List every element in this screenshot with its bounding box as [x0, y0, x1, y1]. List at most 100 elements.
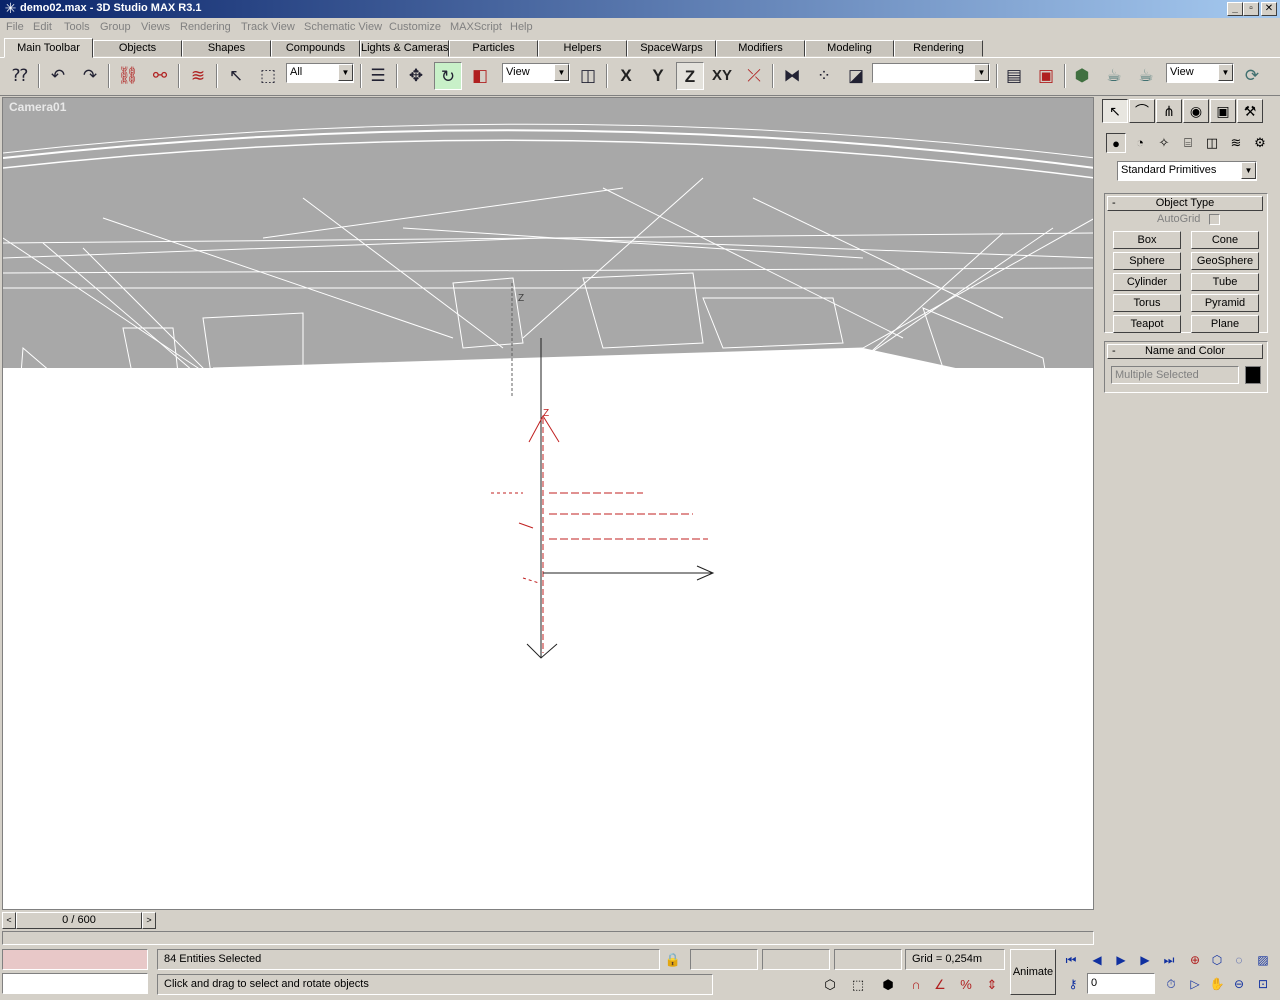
mirror-icon[interactable]: ⧓ [778, 62, 806, 90]
time-next-button[interactable]: > [142, 912, 156, 929]
tab-modifiers[interactable]: Modifiers [716, 40, 805, 57]
zoom-extents-icon[interactable]: ◌ [1228, 949, 1250, 971]
viewport-label[interactable]: Camera01 [9, 100, 66, 114]
zoom-extents-all-icon[interactable]: ▨ [1252, 949, 1274, 971]
zoom-icon[interactable]: ⊕ [1184, 949, 1206, 971]
tab-helpers[interactable]: Helpers [538, 40, 627, 57]
menu-schematic-view[interactable]: Schematic View [304, 21, 382, 33]
material-editor-icon[interactable]: ⬢ [1068, 62, 1096, 90]
axis-z-button[interactable]: Z [676, 62, 704, 90]
maxscript-input[interactable] [2, 973, 148, 994]
redo-icon[interactable]: ↷ [76, 62, 104, 90]
next-frame-icon[interactable]: ▶ [1134, 949, 1156, 971]
tab-lights-cameras[interactable]: Lights & Cameras [360, 40, 449, 57]
align-icon[interactable]: ◪ [842, 62, 870, 90]
select-and-rotate-icon[interactable]: ↻ [434, 62, 462, 90]
app-icon[interactable]: ✳ [3, 1, 18, 16]
plane-button[interactable]: Plane [1191, 315, 1259, 333]
sphere-button[interactable]: Sphere [1113, 252, 1181, 270]
cone-button[interactable]: Cone [1191, 231, 1259, 249]
snap-toggle-icon[interactable]: ⬢ [878, 975, 898, 995]
menu-rendering[interactable]: Rendering [180, 21, 231, 33]
menu-tools[interactable]: Tools [64, 21, 90, 33]
render-last-icon[interactable]: ⟳ [1238, 62, 1266, 90]
render-scene-icon[interactable]: ☕ [1100, 62, 1128, 90]
object-color-swatch[interactable] [1245, 366, 1261, 384]
cylinder-button[interactable]: Cylinder [1113, 273, 1181, 291]
menu-group[interactable]: Group [100, 21, 131, 33]
geometry-icon[interactable]: ● [1106, 133, 1126, 153]
create-panel-tab[interactable]: ↖ [1102, 99, 1128, 123]
lights-icon[interactable]: ✧ [1154, 133, 1174, 153]
schematic-view-icon[interactable]: ▣ [1032, 62, 1060, 90]
hierarchy-panel-tab[interactable]: ⋔ [1156, 99, 1182, 123]
utilities-panel-tab[interactable]: ⚒ [1237, 99, 1263, 123]
close-button[interactable]: ✕ [1261, 2, 1277, 16]
time-slider[interactable]: < 0 / 600 > [2, 912, 156, 930]
name-and-color-header[interactable]: - Name and Color [1107, 344, 1263, 359]
key-mode-icon[interactable]: ⚷ [1062, 973, 1084, 995]
previous-frame-icon[interactable]: ◀ [1086, 949, 1108, 971]
lock-selection-icon[interactable]: 🔒 [663, 950, 683, 970]
track-bar[interactable] [2, 931, 1094, 945]
cameras-icon[interactable]: ⌸ [1178, 133, 1198, 153]
rectangular-selection-icon[interactable]: ⬚ [254, 62, 282, 90]
select-and-scale-icon[interactable]: ◧ [466, 62, 494, 90]
tab-shapes[interactable]: Shapes [182, 40, 271, 57]
time-slider-thumb[interactable]: 0 / 600 [16, 912, 142, 929]
shapes-icon[interactable]: ◔ [1130, 133, 1150, 153]
menu-help[interactable]: Help [510, 21, 533, 33]
tab-rendering[interactable]: Rendering [894, 40, 983, 57]
named-selection-dropdown[interactable]: ▼ [872, 63, 990, 83]
orbit-icon[interactable]: ⊖ [1228, 973, 1250, 995]
box-button[interactable]: Box [1113, 231, 1181, 249]
select-by-name-icon[interactable]: ☰ [364, 62, 392, 90]
menu-file[interactable]: File [6, 21, 24, 33]
go-to-start-icon[interactable]: ⏮ [1060, 949, 1082, 971]
tube-button[interactable]: Tube [1191, 273, 1259, 291]
axis-y-button[interactable]: Y [644, 62, 672, 90]
spinner-snap-icon[interactable]: ⇕ [982, 975, 1002, 995]
tab-compounds[interactable]: Compounds [271, 40, 360, 57]
primitive-category-dropdown[interactable]: Standard Primitives ▼ [1117, 161, 1257, 181]
tab-objects[interactable]: Objects [93, 40, 182, 57]
track-view-icon[interactable]: ▤ [1000, 62, 1028, 90]
current-frame-field[interactable]: 0 [1087, 973, 1155, 994]
unlink-selection-icon[interactable]: ⚯ [146, 62, 174, 90]
tab-modeling[interactable]: Modeling [805, 40, 894, 57]
menu-maxscript[interactable]: MAXScript [450, 21, 502, 33]
pivot-center-icon[interactable]: ◫ [574, 62, 602, 90]
play-icon[interactable]: ▶ [1110, 949, 1132, 971]
pan-icon[interactable]: ✋ [1206, 973, 1228, 995]
object-name-field[interactable]: Multiple Selected [1111, 366, 1239, 384]
bind-to-spacewarp-icon[interactable]: ≋ [184, 62, 212, 90]
menu-customize[interactable]: Customize [389, 21, 441, 33]
percent-snap-icon[interactable]: % [956, 975, 976, 995]
tab-particles[interactable]: Particles [449, 40, 538, 57]
systems-icon[interactable]: ⚙ [1250, 133, 1270, 153]
z-coordinate-field[interactable] [834, 949, 902, 970]
go-to-end-icon[interactable]: ⏭ [1158, 949, 1180, 971]
object-type-header[interactable]: - Object Type [1107, 196, 1263, 211]
helpers-icon[interactable]: ◫ [1202, 133, 1222, 153]
maximize-viewport-icon[interactable]: ⊡ [1252, 973, 1274, 995]
render-type-dropdown[interactable]: View ▼ [1166, 63, 1234, 83]
minimize-button[interactable]: _ [1227, 2, 1243, 16]
inverse-kinematics-icon[interactable]: ⤫ [740, 62, 768, 90]
degradation-override-icon[interactable]: ⬡ [820, 975, 840, 995]
reference-coordinate-dropdown[interactable]: View ▼ [502, 63, 570, 83]
undo-icon[interactable]: ↶ [44, 62, 72, 90]
zoom-all-icon[interactable]: ⬡ [1206, 949, 1228, 971]
modify-panel-tab[interactable]: ⌒ [1129, 99, 1155, 123]
x-coordinate-field[interactable] [690, 949, 758, 970]
geosphere-button[interactable]: GeoSphere [1191, 252, 1259, 270]
maxscript-listener-mini[interactable] [2, 949, 148, 970]
animate-button[interactable]: Animate [1010, 949, 1056, 995]
restore-button[interactable]: ▫ [1243, 2, 1259, 16]
tab-spacewarps[interactable]: SpaceWarps [627, 40, 716, 57]
axis-xy-button[interactable]: XY [708, 62, 736, 90]
menu-views[interactable]: Views [141, 21, 170, 33]
display-panel-tab[interactable]: ▣ [1210, 99, 1236, 123]
quick-render-icon[interactable]: ☕ [1132, 62, 1160, 90]
window-crossing-icon[interactable]: ⬚ [848, 975, 868, 995]
